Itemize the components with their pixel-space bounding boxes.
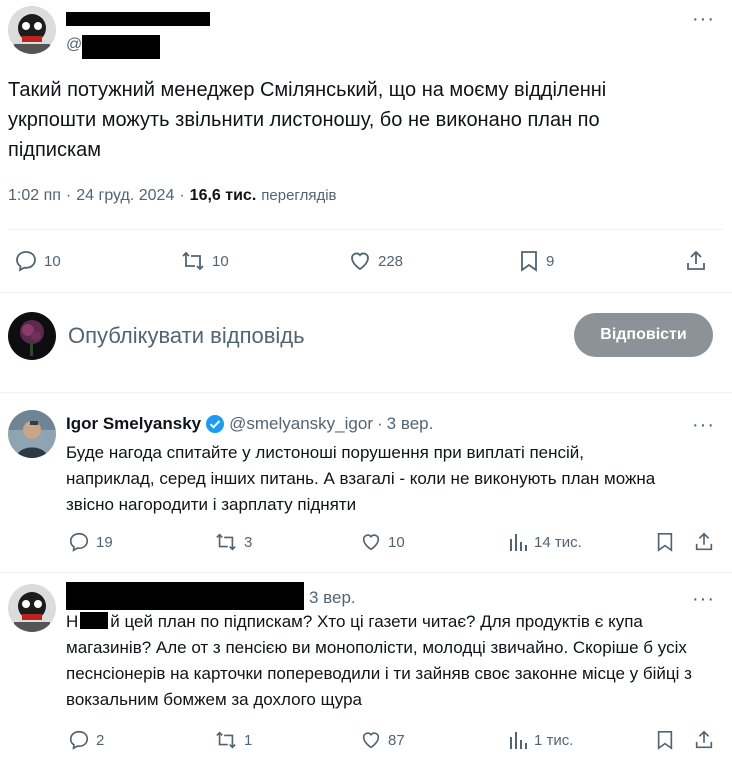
- reply-count: 2: [96, 731, 105, 749]
- reply-action[interactable]: 19: [68, 531, 113, 553]
- more-options-icon[interactable]: ···: [692, 589, 715, 609]
- divider: [8, 229, 724, 230]
- repost-action[interactable]: 1: [214, 729, 252, 751]
- author-handle-redacted: [82, 35, 160, 59]
- bookmark-action[interactable]: [655, 729, 675, 751]
- like-count: 87: [388, 731, 405, 749]
- reply-text: Буде нагода спитайте у листоноші порушен…: [66, 443, 656, 514]
- avatar-image: [8, 6, 56, 54]
- reply-text-block: Нй цей план по підпискам? Хто ці газети …: [66, 609, 702, 713]
- like-count: 10: [388, 533, 405, 551]
- meta-separator: ·: [65, 187, 72, 204]
- reply-avatar[interactable]: [8, 410, 56, 458]
- views-action[interactable]: 1 тис.: [508, 729, 573, 751]
- reply-header: Igor Smelyansky @smelyansky_igor · 3 вер…: [66, 414, 433, 434]
- views-count: 16,6 тис.: [189, 187, 257, 204]
- repost-icon: [214, 531, 238, 553]
- like-action[interactable]: 228: [348, 249, 403, 273]
- author-avatar[interactable]: [8, 6, 56, 54]
- views-label: переглядів: [261, 187, 337, 204]
- redacted-word: [80, 612, 109, 629]
- tweet-meta: 1:02 пп · 24 груд. 2024 · 16,6 тис. пере…: [8, 187, 337, 205]
- views-count: 14 тис.: [534, 533, 582, 551]
- reply-avatar[interactable]: [8, 584, 56, 632]
- bookmark-icon: [655, 729, 675, 751]
- share-icon: [693, 729, 715, 751]
- reply-count: 19: [96, 533, 113, 551]
- tweet-time[interactable]: 1:02 пп: [8, 187, 61, 205]
- verified-badge-icon: [205, 414, 225, 434]
- reply-text: й цей план по підпискам? Хто ці газети ч…: [66, 612, 692, 709]
- bookmark-icon: [518, 249, 540, 273]
- share-action[interactable]: [693, 531, 715, 553]
- like-action[interactable]: 10: [360, 531, 405, 553]
- bookmark-action[interactable]: [655, 531, 675, 553]
- heart-icon: [348, 249, 372, 273]
- avatar-image: [8, 584, 56, 632]
- repost-icon: [214, 729, 238, 751]
- more-options-icon[interactable]: ···: [692, 415, 715, 435]
- reply-input[interactable]: Опублікувати відповідь: [68, 323, 305, 349]
- views-count: 1 тис.: [534, 731, 574, 749]
- tweet-text: Такий потужний менеджер Смілянський, що …: [8, 79, 607, 161]
- bookmark-action[interactable]: 9: [518, 249, 554, 273]
- repost-icon: [180, 249, 206, 273]
- reply-action[interactable]: 10: [14, 249, 61, 273]
- meta-separator: ·: [179, 187, 185, 204]
- repost-count: 3: [244, 533, 253, 551]
- like-count: 228: [378, 252, 404, 270]
- reply-count: 10: [44, 252, 61, 270]
- divider: [0, 292, 732, 293]
- reply-button[interactable]: Відповісти: [574, 313, 713, 357]
- reply-author-handle[interactable]: @smelyansky_igor: [229, 414, 373, 434]
- analytics-icon: [508, 531, 528, 553]
- repost-count: 10: [212, 252, 229, 270]
- meta-separator: ·: [377, 414, 383, 433]
- author-name-redacted: [66, 12, 210, 26]
- reply-icon: [68, 729, 90, 751]
- reply-icon: [68, 531, 90, 553]
- repost-count: 1: [244, 731, 253, 749]
- share-action[interactable]: [693, 729, 715, 751]
- reply-author-name[interactable]: Igor Smelyansky: [66, 414, 201, 434]
- analytics-icon: [508, 729, 528, 751]
- repost-action[interactable]: 3: [214, 531, 252, 553]
- divider: [0, 572, 732, 573]
- tweet-date[interactable]: 24 груд. 2024: [76, 187, 174, 205]
- like-action[interactable]: 87: [360, 729, 405, 751]
- handle-prefix: @: [66, 36, 83, 53]
- reply-action[interactable]: 2: [68, 729, 104, 751]
- reply-time[interactable]: 3 вер.: [309, 588, 356, 608]
- share-action[interactable]: [684, 249, 708, 273]
- views-action[interactable]: 14 тис.: [508, 531, 582, 553]
- avatar-image: [8, 312, 56, 360]
- bookmark-icon: [655, 531, 675, 553]
- reply-author-redacted: [66, 582, 304, 610]
- heart-icon: [360, 729, 382, 751]
- heart-icon: [360, 531, 382, 553]
- current-user-avatar[interactable]: [8, 312, 56, 360]
- avatar-image: [8, 410, 56, 458]
- reply-icon: [14, 249, 38, 273]
- share-icon: [693, 531, 715, 553]
- reply-time[interactable]: 3 вер.: [387, 414, 434, 434]
- more-options-icon[interactable]: ···: [692, 9, 715, 29]
- share-icon: [684, 249, 708, 273]
- bookmark-count: 9: [546, 252, 555, 270]
- author-handle: @: [66, 36, 82, 54]
- repost-action[interactable]: 10: [180, 249, 229, 273]
- divider: [0, 392, 732, 393]
- reply-text-prefix: Н: [66, 612, 79, 631]
